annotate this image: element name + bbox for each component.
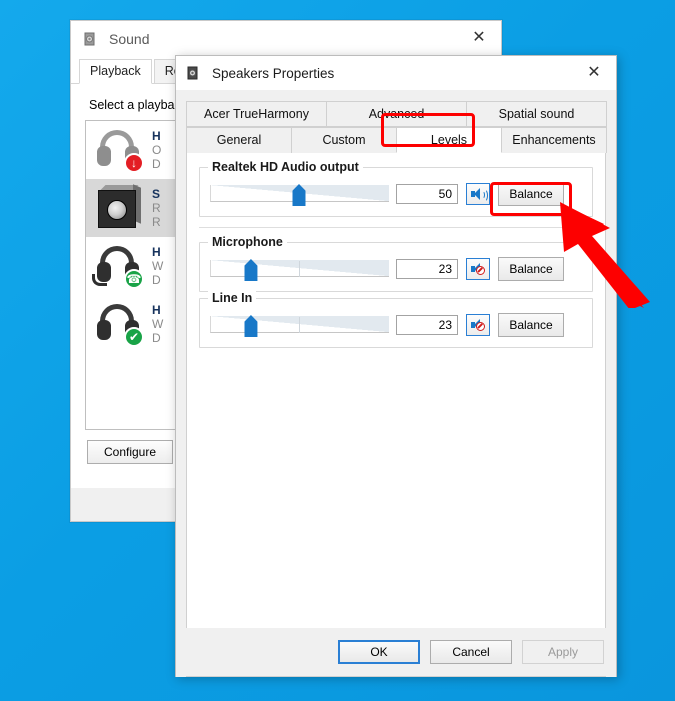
properties-dialog-title: Speakers Properties bbox=[212, 65, 335, 81]
levels-tab-panel: Realtek HD Audio output 50 Balance Micro… bbox=[186, 152, 606, 677]
device-name: H bbox=[152, 129, 161, 143]
volume-slider-line-in[interactable] bbox=[210, 313, 389, 337]
device-name: H bbox=[152, 245, 161, 259]
properties-titlebar: Speakers Properties ✕ bbox=[176, 56, 616, 91]
tab-row-top: Acer TrueHarmony Advanced Spatial sound bbox=[186, 101, 607, 127]
level-group-realtek: Realtek HD Audio output 50 Balance bbox=[199, 160, 593, 217]
speakers-properties-dialog: Speakers Properties ✕ Acer TrueHarmony A… bbox=[175, 55, 617, 677]
speaker-box-icon bbox=[92, 184, 144, 232]
tab-acer-trueharmony[interactable]: Acer TrueHarmony bbox=[186, 101, 327, 127]
tab-playback[interactable]: Playback bbox=[79, 59, 152, 84]
volume-value-line-in[interactable]: 23 bbox=[396, 315, 458, 335]
level-label: Microphone bbox=[208, 235, 287, 249]
close-icon[interactable]: ✕ bbox=[457, 21, 501, 53]
volume-slider-realtek[interactable] bbox=[210, 182, 389, 206]
headset-icon: ☎ bbox=[92, 242, 144, 290]
green-phone-badge: ☎ bbox=[124, 269, 144, 289]
dialog-button-bar: OK Cancel Apply bbox=[176, 628, 616, 676]
divider bbox=[199, 227, 593, 228]
level-row: 23 Balance bbox=[210, 313, 582, 337]
tab-custom[interactable]: Custom bbox=[291, 127, 397, 153]
device-name: H bbox=[152, 303, 161, 317]
level-group-microphone: Microphone 23 Balance bbox=[199, 235, 593, 292]
sound-window-title: Sound bbox=[109, 31, 150, 47]
speaker-icon bbox=[186, 65, 202, 81]
speaker-icon bbox=[83, 31, 99, 47]
red-down-arrow-badge: ↓ bbox=[124, 153, 144, 173]
tab-row-bottom: General Custom Levels Enhancements bbox=[186, 127, 607, 153]
tab-enhancements[interactable]: Enhancements bbox=[501, 127, 607, 153]
sound-window-titlebar: Sound ✕ bbox=[71, 21, 501, 57]
volume-slider-microphone[interactable] bbox=[210, 257, 389, 281]
speaker-on-icon[interactable] bbox=[466, 183, 490, 205]
balance-button-line-in[interactable]: Balance bbox=[498, 313, 564, 337]
tab-levels[interactable]: Levels bbox=[396, 127, 502, 153]
level-row: 50 Balance bbox=[210, 182, 582, 206]
device-sub1: W bbox=[152, 259, 164, 273]
device-sub2: D bbox=[152, 331, 161, 345]
device-sub1: W bbox=[152, 317, 164, 331]
tab-general[interactable]: General bbox=[186, 127, 292, 153]
speaker-muted-icon[interactable] bbox=[466, 258, 490, 280]
slider-ticks bbox=[210, 317, 388, 333]
volume-value-realtek[interactable]: 50 bbox=[396, 184, 458, 204]
volume-value-microphone[interactable]: 23 bbox=[396, 259, 458, 279]
speaker-muted-icon[interactable] bbox=[466, 314, 490, 336]
device-sub2: D bbox=[152, 157, 161, 171]
level-row: 23 Balance bbox=[210, 257, 582, 281]
apply-button: Apply bbox=[522, 640, 604, 664]
device-sub1: R bbox=[152, 201, 161, 215]
close-icon[interactable]: ✕ bbox=[572, 56, 616, 88]
green-check-badge: ✔ bbox=[124, 327, 144, 347]
headphones-icon: ↓ bbox=[92, 126, 144, 174]
level-label: Line In bbox=[208, 291, 257, 305]
configure-button[interactable]: Configure bbox=[87, 440, 173, 464]
device-sub1: O bbox=[152, 143, 162, 157]
balance-button-realtek[interactable]: Balance bbox=[498, 182, 564, 206]
properties-content: Acer TrueHarmony Advanced Spatial sound … bbox=[176, 91, 616, 677]
level-group-line-in: Line In 23 Balance bbox=[199, 291, 593, 348]
properties-tabstrip: Acer TrueHarmony Advanced Spatial sound … bbox=[186, 101, 607, 153]
headset-icon: ✔ bbox=[92, 300, 144, 348]
balance-button-microphone[interactable]: Balance bbox=[498, 257, 564, 281]
slider-ticks bbox=[210, 261, 388, 277]
cancel-button[interactable]: Cancel bbox=[430, 640, 512, 664]
tab-spatial-sound[interactable]: Spatial sound bbox=[466, 101, 607, 127]
device-name: S bbox=[152, 187, 161, 201]
level-label: Realtek HD Audio output bbox=[208, 160, 363, 174]
ok-button[interactable]: OK bbox=[338, 640, 420, 664]
tab-advanced[interactable]: Advanced bbox=[326, 101, 467, 127]
device-sub2: R bbox=[152, 215, 161, 229]
device-sub2: D bbox=[152, 273, 161, 287]
